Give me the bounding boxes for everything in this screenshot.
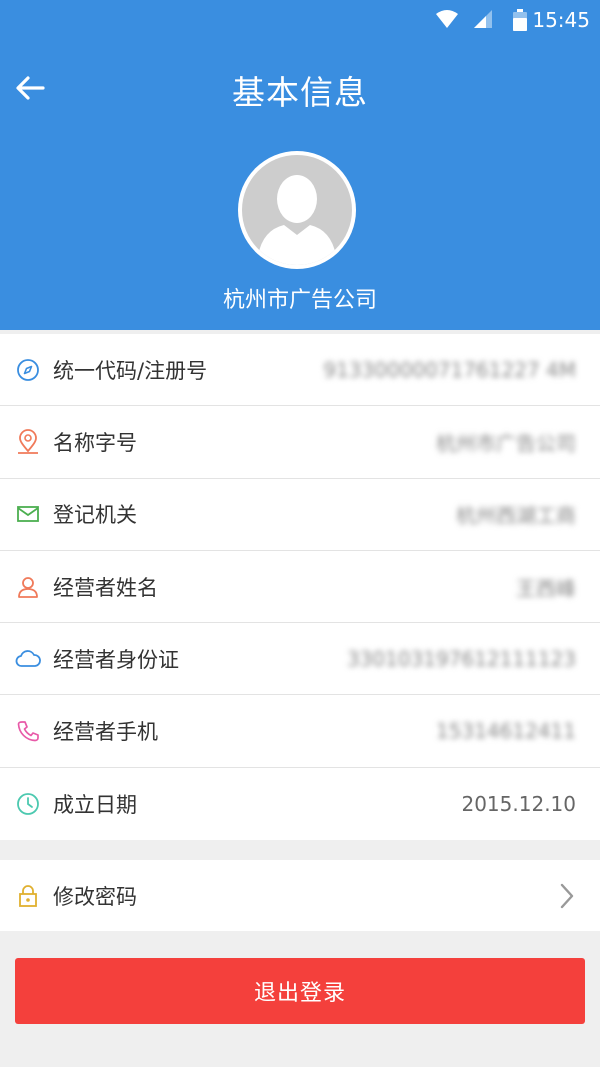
chevron-right-icon: [556, 881, 578, 911]
change-password-row[interactable]: 修改密码: [0, 860, 600, 931]
info-row-operator-id: 经营者身份证 330103197612111123: [0, 623, 600, 696]
mail-icon: [15, 501, 41, 527]
wifi-icon: [436, 9, 458, 33]
row-value: 杭州市广告公司: [436, 431, 576, 456]
info-row-registration-authority: 登记机关 杭州西湖工商: [0, 479, 600, 551]
row-label: 名称字号: [53, 430, 137, 455]
compass-icon: [15, 357, 41, 383]
lock-icon: [15, 883, 41, 909]
info-list: 统一代码/注册号 91330000071761227 4M 名称字号 杭州市广告…: [0, 334, 600, 841]
info-row-operator-name: 经营者姓名 王西峰: [0, 551, 600, 624]
status-time: 15:45: [532, 8, 590, 32]
change-password-label: 修改密码: [53, 884, 137, 909]
row-value: 杭州西湖工商: [456, 503, 576, 528]
person-icon: [15, 574, 41, 600]
row-label: 经营者姓名: [53, 575, 158, 600]
info-row-operator-phone: 经营者手机 15314612411: [0, 695, 600, 768]
logout-button[interactable]: 退出登录: [15, 958, 585, 1024]
page-title: 基本信息: [232, 73, 368, 112]
info-row-company-name: 名称字号 杭州市广告公司: [0, 406, 600, 479]
phone-icon: [15, 718, 41, 744]
row-value: 王西峰: [516, 576, 576, 601]
row-value: 91330000071761227 4M: [323, 357, 576, 382]
company-name: 杭州市广告公司: [222, 288, 377, 313]
signal-icon: [473, 9, 493, 33]
row-label: 经营者身份证: [53, 647, 179, 672]
row-value: 15314612411: [436, 719, 576, 744]
row-label: 成立日期: [53, 792, 137, 817]
row-value: 330103197612111123: [346, 646, 576, 671]
location-pin-icon: [15, 429, 41, 455]
battery-icon: [513, 9, 527, 35]
default-avatar-icon: [242, 155, 352, 265]
row-label: 登记机关: [53, 503, 137, 528]
clock-icon: [15, 791, 41, 817]
status-bar: 15:45: [0, 0, 600, 40]
row-label: 经营者手机: [53, 720, 158, 745]
info-row-established-date: 成立日期 2015.12.10: [0, 768, 600, 840]
avatar[interactable]: [238, 151, 356, 269]
row-label: 统一代码/注册号: [53, 358, 208, 383]
row-value: 2015.12.10: [461, 791, 576, 816]
cloud-icon: [15, 646, 41, 672]
info-row-registration-number: 统一代码/注册号 91330000071761227 4M: [0, 334, 600, 407]
header: 15:45 基本信息 杭州市广告公司: [0, 0, 600, 330]
